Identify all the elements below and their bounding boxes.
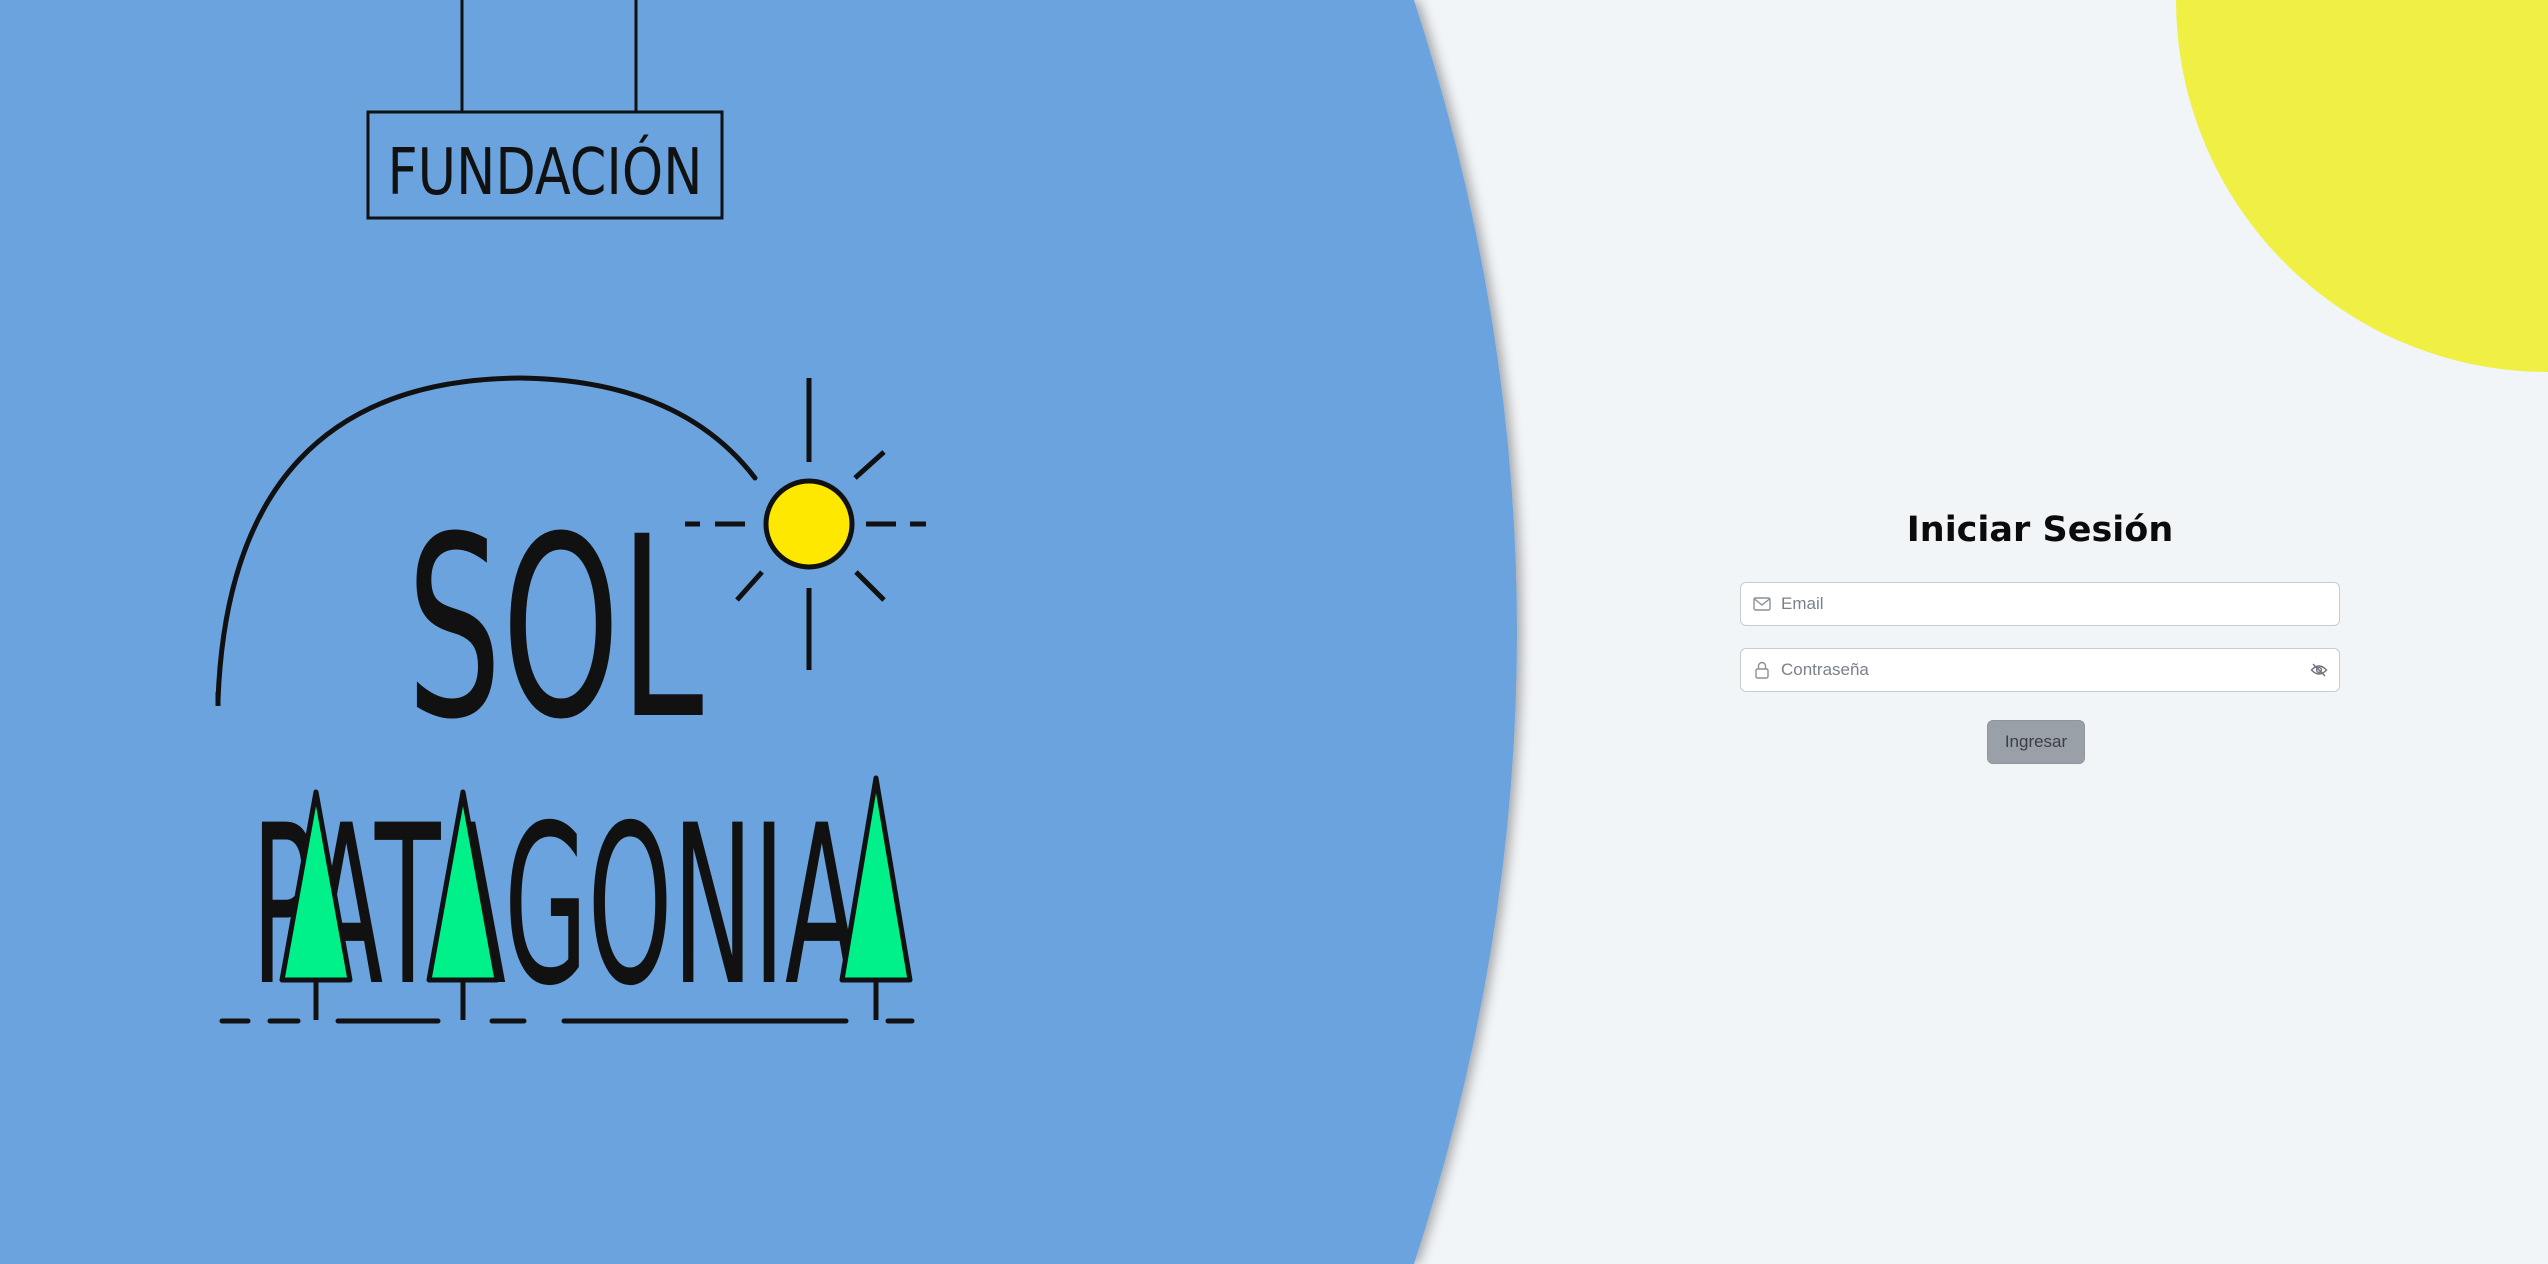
lock-icon <box>1741 648 1781 692</box>
yellow-corner-circle <box>2176 0 2548 372</box>
login-title: Iniciar Sesión <box>1906 510 2174 550</box>
password-input[interactable] <box>1781 650 2299 690</box>
email-field[interactable] <box>1740 582 2340 626</box>
login-page: FUNDACIÓN SOL PATAGONIA Iniciar Sesión E… <box>0 0 2548 1264</box>
email-input[interactable] <box>1781 584 2339 624</box>
brand-line1: FUNDACIÓN <box>388 134 703 209</box>
brand-line3: PATAGONIA <box>251 778 858 1035</box>
eye-off-icon[interactable] <box>2299 648 2339 692</box>
sun-icon <box>685 378 926 670</box>
login-form: Iniciar Sesión Email Ingresar <box>1740 500 2340 764</box>
fundacion-sol-patagonia-logo: FUNDACIÓN SOL PATAGONIA <box>215 0 926 1035</box>
brand-line2: SOL <box>407 483 704 774</box>
password-field[interactable] <box>1740 648 2340 692</box>
submit-container: Ingresar <box>1740 720 2340 764</box>
login-submit-button[interactable]: Ingresar <box>1987 720 2085 764</box>
mail-icon <box>1741 582 1781 626</box>
